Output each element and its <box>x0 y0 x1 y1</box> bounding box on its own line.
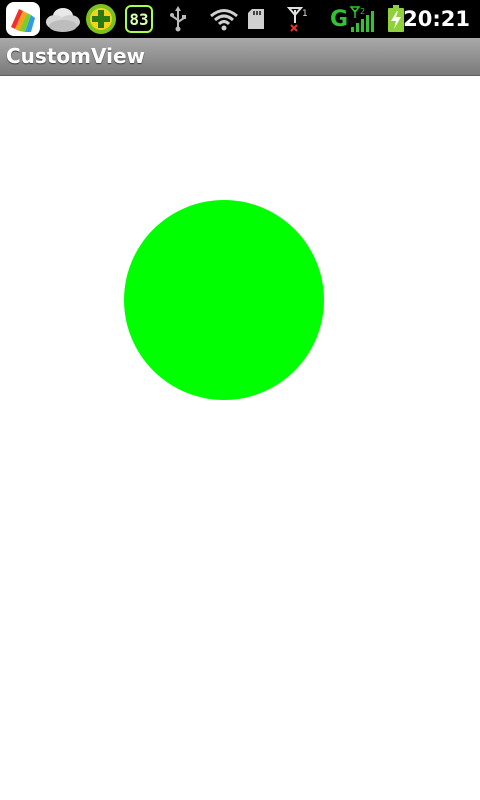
no-signal-antenna-icon: 1 <box>284 0 310 38</box>
network-type-text: G <box>329 6 349 32</box>
signal-strength-icon: 2 <box>348 0 374 38</box>
app-title-bar: CustomView <box>0 38 480 76</box>
status-bar-clock: 20:21 <box>403 7 470 31</box>
content-area <box>0 76 480 800</box>
status-bar: 83 1 G 2 20:21 <box>0 0 480 38</box>
network-type-icon: G <box>330 0 348 38</box>
weather-cloud-icon[interactable] <box>44 0 82 38</box>
signal-strength-glyph: 2 <box>349 6 374 32</box>
phone-screen: 83 1 G 2 20:21 CustomView <box>0 0 480 800</box>
green-circle <box>124 200 324 400</box>
security-plus-icon[interactable] <box>84 0 118 38</box>
custom-view-canvas <box>124 200 324 400</box>
wifi-glyph <box>210 9 238 31</box>
sd-card-icon <box>244 0 268 38</box>
weather-cloud-glyph <box>46 8 80 32</box>
sd-card-glyph <box>248 9 264 29</box>
app-title: CustomView <box>6 44 145 68</box>
usb-icon <box>164 0 192 38</box>
security-plus-glyph <box>86 4 116 34</box>
battery-percent-badge: 83 <box>122 0 156 38</box>
wifi-icon <box>208 0 240 38</box>
battery-percent-text: 83 <box>125 5 153 33</box>
no-signal-antenna-glyph: 1 <box>286 7 308 32</box>
app-launcher-glyph <box>6 2 40 36</box>
svg-text:1: 1 <box>302 9 308 19</box>
usb-glyph <box>170 6 186 32</box>
svg-text:2: 2 <box>360 7 365 16</box>
app-launcher-icon[interactable] <box>4 0 42 38</box>
